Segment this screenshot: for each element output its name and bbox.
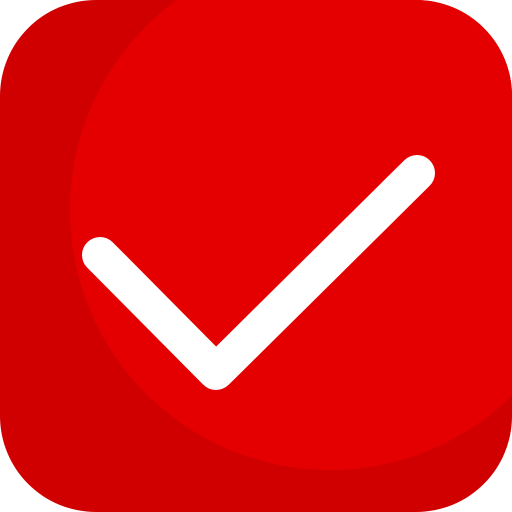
checkmark-app-icon[interactable]: [0, 0, 512, 512]
app-icon-graphic: [0, 0, 512, 512]
